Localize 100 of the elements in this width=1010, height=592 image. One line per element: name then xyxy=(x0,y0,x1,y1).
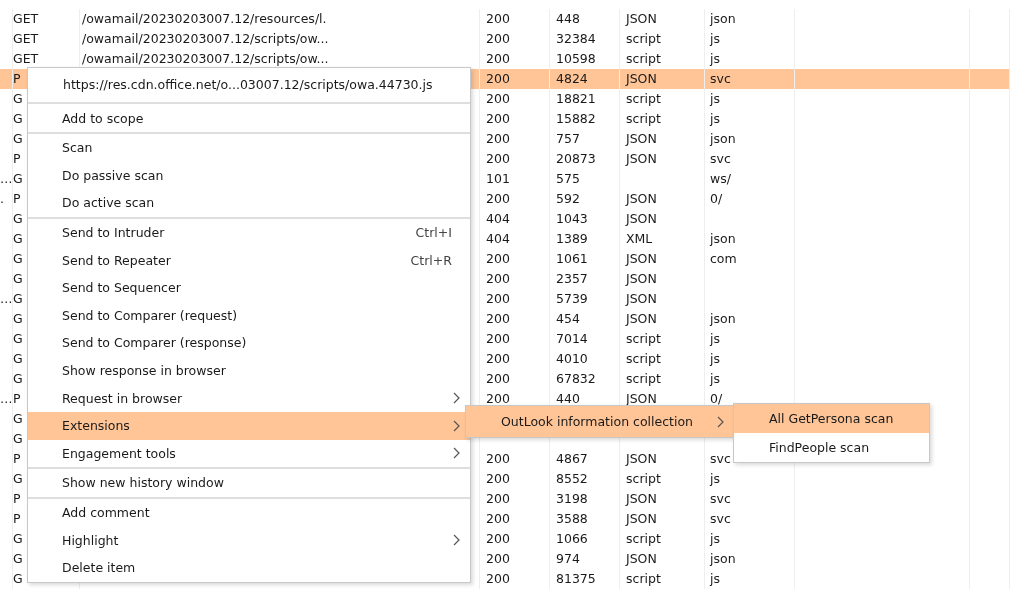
table-cell: JSON xyxy=(620,149,705,169)
shortcut-label: Ctrl+R xyxy=(410,252,452,268)
table-cell: script xyxy=(620,29,705,49)
table-cell: 454 xyxy=(550,309,620,329)
table-cell: 200 xyxy=(480,449,550,469)
table-cell: json xyxy=(705,9,795,29)
table-cell: JSON xyxy=(620,269,705,289)
table-cell: script xyxy=(620,369,705,389)
table-cell: 200 xyxy=(480,109,550,129)
table-cell: 1066 xyxy=(550,529,620,549)
table-cell: js xyxy=(705,569,795,589)
table-cell: GET xyxy=(13,9,80,29)
table-cell: 592 xyxy=(550,189,620,209)
table-cell: 200 xyxy=(480,89,550,109)
table-cell: svc xyxy=(705,69,795,89)
table-cell: JSON xyxy=(620,509,705,529)
table-cell: com xyxy=(705,249,795,269)
menu-item[interactable]: Show new history window xyxy=(28,469,470,497)
table-cell: 200 xyxy=(480,269,550,289)
table-cell: svc xyxy=(705,489,795,509)
table-cell: js xyxy=(705,529,795,549)
table-cell: 15882 xyxy=(550,109,620,129)
table-cell: 1043 xyxy=(550,209,620,229)
table-cell: 200 xyxy=(480,529,550,549)
table-cell: 2357 xyxy=(550,269,620,289)
table-cell: 200 xyxy=(480,149,550,169)
table-cell: 200 xyxy=(480,329,550,349)
table-cell: 575 xyxy=(550,169,620,189)
table-cell: json xyxy=(705,229,795,249)
table-cell: 404 xyxy=(480,209,550,229)
table-cell: 200 xyxy=(480,189,550,209)
table-cell: 200 xyxy=(480,9,550,29)
table-cell: 200 xyxy=(480,509,550,529)
table-cell: json xyxy=(705,549,795,569)
table-cell: 200 xyxy=(480,549,550,569)
table-cell: JSON xyxy=(620,489,705,509)
table-cell: JSON xyxy=(620,249,705,269)
table-cell: 200 xyxy=(480,349,550,369)
table-cell: script xyxy=(620,469,705,489)
table-cell: 757 xyxy=(550,129,620,149)
table-cell: 1061 xyxy=(550,249,620,269)
table-row[interactable]: GET /owamail/20230203007.12/scripts/ow... 200 32384 script js xyxy=(0,29,1010,49)
table-cell: 200 xyxy=(480,569,550,589)
table-cell: JSON xyxy=(620,449,705,469)
table-cell: 0/ xyxy=(705,189,795,209)
table-cell: 200 xyxy=(480,369,550,389)
table-cell: script xyxy=(620,109,705,129)
table-cell: JSON xyxy=(620,549,705,569)
table-cell: 4824 xyxy=(550,69,620,89)
table-cell: JSON xyxy=(620,209,705,229)
table-cell: js xyxy=(705,329,795,349)
table-cell: . xyxy=(0,189,13,209)
table-cell: JSON xyxy=(620,129,705,149)
table-cell: JSON xyxy=(620,189,705,209)
table-cell: JSON xyxy=(620,309,705,329)
table-cell: 404 xyxy=(480,229,550,249)
table-cell: 101 xyxy=(480,169,550,189)
table-cell: 200 xyxy=(480,29,550,49)
table-cell: svc xyxy=(705,149,795,169)
table-cell: XML xyxy=(620,229,705,249)
menu-item[interactable]: All GetPersona scan xyxy=(734,404,929,433)
table-cell: 32384 xyxy=(550,29,620,49)
table-cell: 81375 xyxy=(550,569,620,589)
table-cell: … xyxy=(0,389,13,409)
table-cell: 200 xyxy=(480,69,550,89)
table-cell: svc xyxy=(705,509,795,529)
table-cell: … xyxy=(0,289,13,309)
table-cell: /owamail/20230203007.12/scripts/ow... xyxy=(80,29,480,49)
table-cell: 200 xyxy=(480,469,550,489)
table-cell: 1389 xyxy=(550,229,620,249)
table-cell: 18821 xyxy=(550,89,620,109)
table-cell: js xyxy=(705,109,795,129)
table-cell: 67832 xyxy=(550,369,620,389)
table-cell: 200 xyxy=(480,129,550,149)
table-cell: js xyxy=(705,469,795,489)
table-cell: 974 xyxy=(550,549,620,569)
table-cell: ws/ xyxy=(705,169,795,189)
table-cell: 4867 xyxy=(550,449,620,469)
table-cell: 7014 xyxy=(550,329,620,349)
table-cell: js xyxy=(705,29,795,49)
table-cell: JSON xyxy=(620,69,705,89)
table-cell: JSON xyxy=(620,289,705,309)
table-cell: js xyxy=(705,369,795,389)
table-cell: js xyxy=(705,89,795,109)
menu-item[interactable]: Extensions xyxy=(28,411,470,440)
table-cell: 20873 xyxy=(550,149,620,169)
table-cell: 200 xyxy=(480,289,550,309)
table-cell: json xyxy=(705,129,795,149)
table-row[interactable]: GET /owamail/20230203007.12/resources/l. 200 448 JSON json xyxy=(0,9,1010,29)
table-cell: script xyxy=(620,89,705,109)
table-cell: script xyxy=(620,569,705,589)
table-cell: 200 xyxy=(480,309,550,329)
table-cell: 5739 xyxy=(550,289,620,309)
table-cell: script xyxy=(620,329,705,349)
table-cell: /owamail/20230203007.12/resources/l. xyxy=(80,9,480,29)
table-cell: … xyxy=(0,169,13,189)
menu-item[interactable]: OutLook information collection xyxy=(466,406,734,437)
table-cell: script xyxy=(620,349,705,369)
menu-item[interactable]: Add to scope xyxy=(28,104,470,132)
table-cell: JSON xyxy=(620,9,705,29)
